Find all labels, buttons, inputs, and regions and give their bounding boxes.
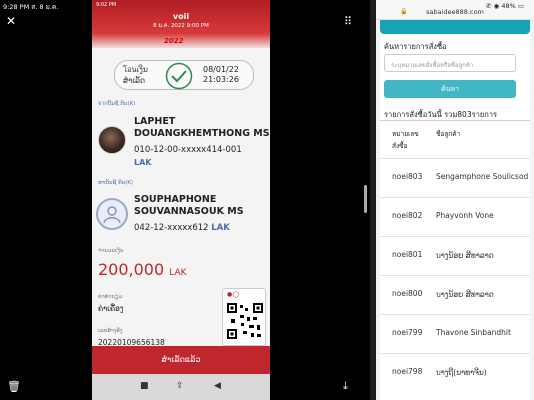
customer-name: Thavone Sinbandhit	[436, 328, 511, 337]
photo-viewer: ✕ ⠿ 🗑 ⤓ 9:02 PM voii 8 ม.ค. 2022 9:00 PM…	[0, 0, 370, 400]
order-number: noei798	[392, 367, 423, 376]
download-icon[interactable]: ⤓	[343, 380, 348, 391]
order-number: noei800	[392, 289, 423, 298]
amount-value: 200,000 LAK	[98, 260, 187, 279]
table-row[interactable]: noei801 บາງນ້ອຍ ສີທາລາດ	[380, 236, 530, 274]
order-number: noei801	[392, 250, 423, 259]
back-icon: ◀	[214, 381, 221, 391]
order-number: noei802	[392, 211, 423, 220]
customer-name: Phayvonh Vone	[436, 211, 494, 220]
share-icon[interactable]: ⇪	[176, 381, 184, 391]
transfer-receipt-screenshot: 9:02 PM voii 8 ม.ค. 2022 9:00 PM 2022 โอ…	[92, 0, 270, 400]
bank-logo-icon: ●◯	[227, 291, 239, 298]
table-row[interactable]: noei800 บາງນ້ອຍ ສີທາລາດ	[380, 275, 530, 313]
status-time: 9:28 PM ส. 8 ม.ค.	[3, 3, 59, 11]
banner-year: 2022	[164, 37, 184, 45]
amount-label: ຈຳນວນເງິນ	[98, 248, 124, 254]
trash-icon[interactable]: 🗑	[7, 381, 21, 392]
receiver-account: 042-12-xxxxx612 LAK	[134, 223, 230, 233]
user-icon	[103, 206, 121, 224]
qr-code: ●◯	[222, 288, 266, 346]
transaction-datetime: 08/01/22 21:03:26	[203, 65, 239, 84]
from-account-label: จากบັນຊີ ກິບ(K)	[98, 101, 136, 107]
today-orders-heading: รายการสั่งซื้อวันนี้ รวม803รายการ	[384, 110, 498, 119]
search-label: ค้นหารายการสั่งซื้อ	[384, 42, 447, 51]
table-row[interactable]: noei799 Thavone Sinbandhit	[380, 314, 530, 352]
split-view-screen: 9:28 PM ส. 8 ม.ค. ✆ ◉ 48% ▭ ✕ ⠿ 🗑 ⤓ 9:02…	[0, 0, 534, 400]
grid-icon[interactable]: ⠿	[344, 16, 352, 27]
check-circle-icon	[165, 62, 193, 90]
header-strip	[380, 20, 530, 34]
stop-icon: ■	[140, 381, 149, 391]
order-web-panel: 🔒 sabaidee888.com ค้นหารายการสั่งซื้อ ระ…	[376, 0, 534, 400]
table-row[interactable]: noei803 Sengamphone Soulicsod	[380, 158, 530, 196]
ipad-status-bar: 9:28 PM ส. 8 ม.ค. ✆ ◉ 48% ▭	[0, 0, 534, 12]
customer-name: Sengamphone Soulicsod	[436, 172, 529, 181]
app-name: voii	[172, 12, 190, 21]
sender-currency: LAK	[134, 158, 152, 167]
receiver-avatar	[96, 198, 128, 230]
order-number: noei803	[392, 172, 423, 181]
done-button[interactable]: ສຳເລັດແລ້ວ	[92, 346, 270, 374]
receipt-body: โอนเງິນ ສຳເລັດ 08/01/22 21:03:26 จากบັນຊ…	[92, 48, 270, 352]
split-resize-handle[interactable]	[364, 185, 367, 213]
receipt-date-line: 8 ม.ค. 2022 9:00 PM	[153, 23, 209, 29]
sender-avatar	[98, 126, 126, 154]
order-search-input[interactable]: ระบุหมายเลขสั่งซื้อหรือชื่อลูกค้า	[384, 54, 516, 72]
fee-label: ຄ່າທຳນຽມ	[98, 294, 123, 300]
sender-name: LAPHET DOUANGKHEMTHONG MS	[134, 116, 270, 139]
fee-value: ຄ່າເຄື່ອງ	[98, 304, 124, 313]
success-banner: โอนเງິນ ສຳເລັດ 08/01/22 21:03:26	[114, 60, 254, 90]
order-number: noei799	[392, 328, 423, 337]
qr-pattern	[227, 303, 263, 339]
table-row[interactable]: noei802 Phayvonh Vone	[380, 197, 530, 235]
customer-name: บາງນ້ອຍ ສີທາລາດ	[436, 290, 494, 299]
battery-indicator: ✆ ◉ 48% ▭	[486, 2, 524, 10]
table-row[interactable]: noei798 บາງຖີ(ນາທາຈີນ)	[380, 353, 530, 391]
search-button[interactable]: ค้นหา	[384, 80, 516, 98]
customer-name: บາງນ້ອຍ ສີທາລາດ	[436, 251, 494, 260]
phone-nav-bar: ■ ⇪ ◀	[92, 374, 270, 400]
sender-account: 010-12-00-xxxxx414-001	[134, 145, 242, 155]
receiver-name: SOUPHAPHONE SOUVANNASOUK MS	[134, 194, 244, 217]
to-account-label: ຫາບັນຊີ ກິບ(K)	[98, 180, 134, 186]
success-label: โอนเງິນ ສຳເລັດ	[123, 65, 148, 85]
reference-label: ເລກອ້າງອີງ	[98, 328, 123, 334]
customer-name: บາງຖີ(ນາທາຈີນ)	[436, 368, 487, 377]
close-icon[interactable]: ✕	[6, 15, 16, 27]
column-header-order: หมายเลข สั่งซื้อ	[392, 130, 419, 150]
column-header-customer: ชื่อลูกค้า	[436, 130, 461, 138]
